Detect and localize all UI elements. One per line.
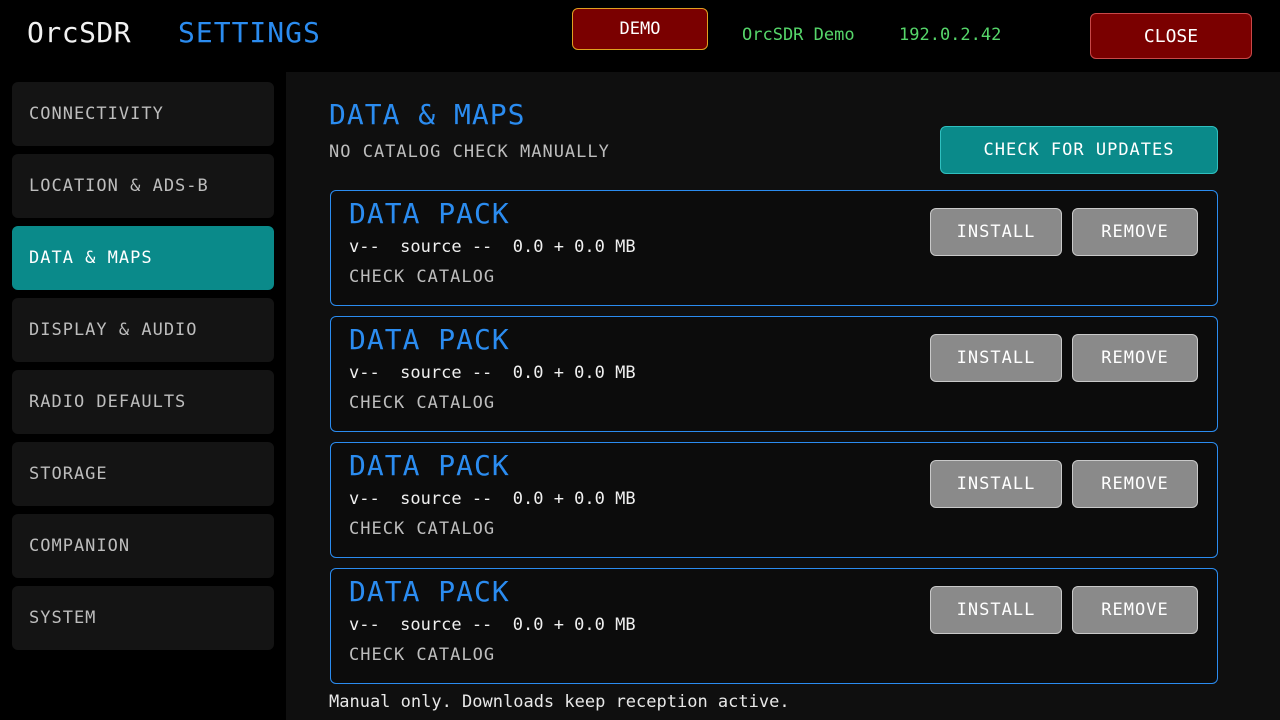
pack-title: DATA PACK bbox=[349, 323, 510, 356]
remove-button[interactable]: REMOVE bbox=[1072, 460, 1198, 508]
footer-note: Manual only. Downloads keep reception ac… bbox=[329, 692, 790, 712]
remove-button[interactable]: REMOVE bbox=[1072, 208, 1198, 256]
app-header: OrcSDR SETTINGS DEMO OrcSDR Demo 192.0.2… bbox=[0, 0, 1280, 72]
install-button[interactable]: INSTALL bbox=[930, 586, 1062, 634]
device-ip: 192.0.2.42 bbox=[899, 25, 1002, 45]
remove-button[interactable]: REMOVE bbox=[1072, 334, 1198, 382]
sidebar-item-data-maps[interactable]: DATA & MAPS bbox=[12, 226, 274, 290]
install-button[interactable]: INSTALL bbox=[930, 460, 1062, 508]
data-pack-card: DATA PACK v-- source -- 0.0 + 0.0 MB CHE… bbox=[330, 442, 1218, 558]
pack-status: CHECK CATALOG bbox=[349, 267, 496, 287]
pack-title: DATA PACK bbox=[349, 449, 510, 482]
pack-meta: v-- source -- 0.0 + 0.0 MB bbox=[349, 237, 636, 257]
sidebar-item-storage[interactable]: STORAGE bbox=[12, 442, 274, 506]
demo-button[interactable]: DEMO bbox=[572, 8, 708, 50]
install-button[interactable]: INSTALL bbox=[930, 334, 1062, 382]
sidebar-item-system[interactable]: SYSTEM bbox=[12, 586, 274, 650]
data-pack-card: DATA PACK v-- source -- 0.0 + 0.0 MB CHE… bbox=[330, 190, 1218, 306]
sidebar-item-radio-defaults[interactable]: RADIO DEFAULTS bbox=[12, 370, 274, 434]
pack-title: DATA PACK bbox=[349, 197, 510, 230]
catalog-status: NO CATALOG CHECK MANUALLY bbox=[329, 142, 610, 162]
install-button[interactable]: INSTALL bbox=[930, 208, 1062, 256]
pack-status: CHECK CATALOG bbox=[349, 519, 496, 539]
pack-meta: v-- source -- 0.0 + 0.0 MB bbox=[349, 489, 636, 509]
app-brand: OrcSDR bbox=[27, 16, 132, 49]
data-pack-card: DATA PACK v-- source -- 0.0 + 0.0 MB CHE… bbox=[330, 316, 1218, 432]
section-title: DATA & MAPS bbox=[329, 98, 526, 131]
pack-meta: v-- source -- 0.0 + 0.0 MB bbox=[349, 615, 636, 635]
check-updates-button[interactable]: CHECK FOR UPDATES bbox=[940, 126, 1218, 174]
pack-status: CHECK CATALOG bbox=[349, 393, 496, 413]
close-button[interactable]: CLOSE bbox=[1090, 13, 1252, 59]
sidebar-item-connectivity[interactable]: CONNECTIVITY bbox=[12, 82, 274, 146]
sidebar-item-companion[interactable]: COMPANION bbox=[12, 514, 274, 578]
data-pack-card: DATA PACK v-- source -- 0.0 + 0.0 MB CHE… bbox=[330, 568, 1218, 684]
device-name: OrcSDR Demo bbox=[742, 25, 855, 45]
page-title: SETTINGS bbox=[178, 16, 321, 49]
sidebar-item-display-audio[interactable]: DISPLAY & AUDIO bbox=[12, 298, 274, 362]
remove-button[interactable]: REMOVE bbox=[1072, 586, 1198, 634]
settings-sidebar: CONNECTIVITY LOCATION & ADS-B DATA & MAP… bbox=[0, 72, 286, 720]
pack-title: DATA PACK bbox=[349, 575, 510, 608]
pack-status: CHECK CATALOG bbox=[349, 645, 496, 665]
pack-meta: v-- source -- 0.0 + 0.0 MB bbox=[349, 363, 636, 383]
main-panel: DATA & MAPS NO CATALOG CHECK MANUALLY CH… bbox=[286, 72, 1280, 720]
sidebar-item-location-adsb[interactable]: LOCATION & ADS-B bbox=[12, 154, 274, 218]
